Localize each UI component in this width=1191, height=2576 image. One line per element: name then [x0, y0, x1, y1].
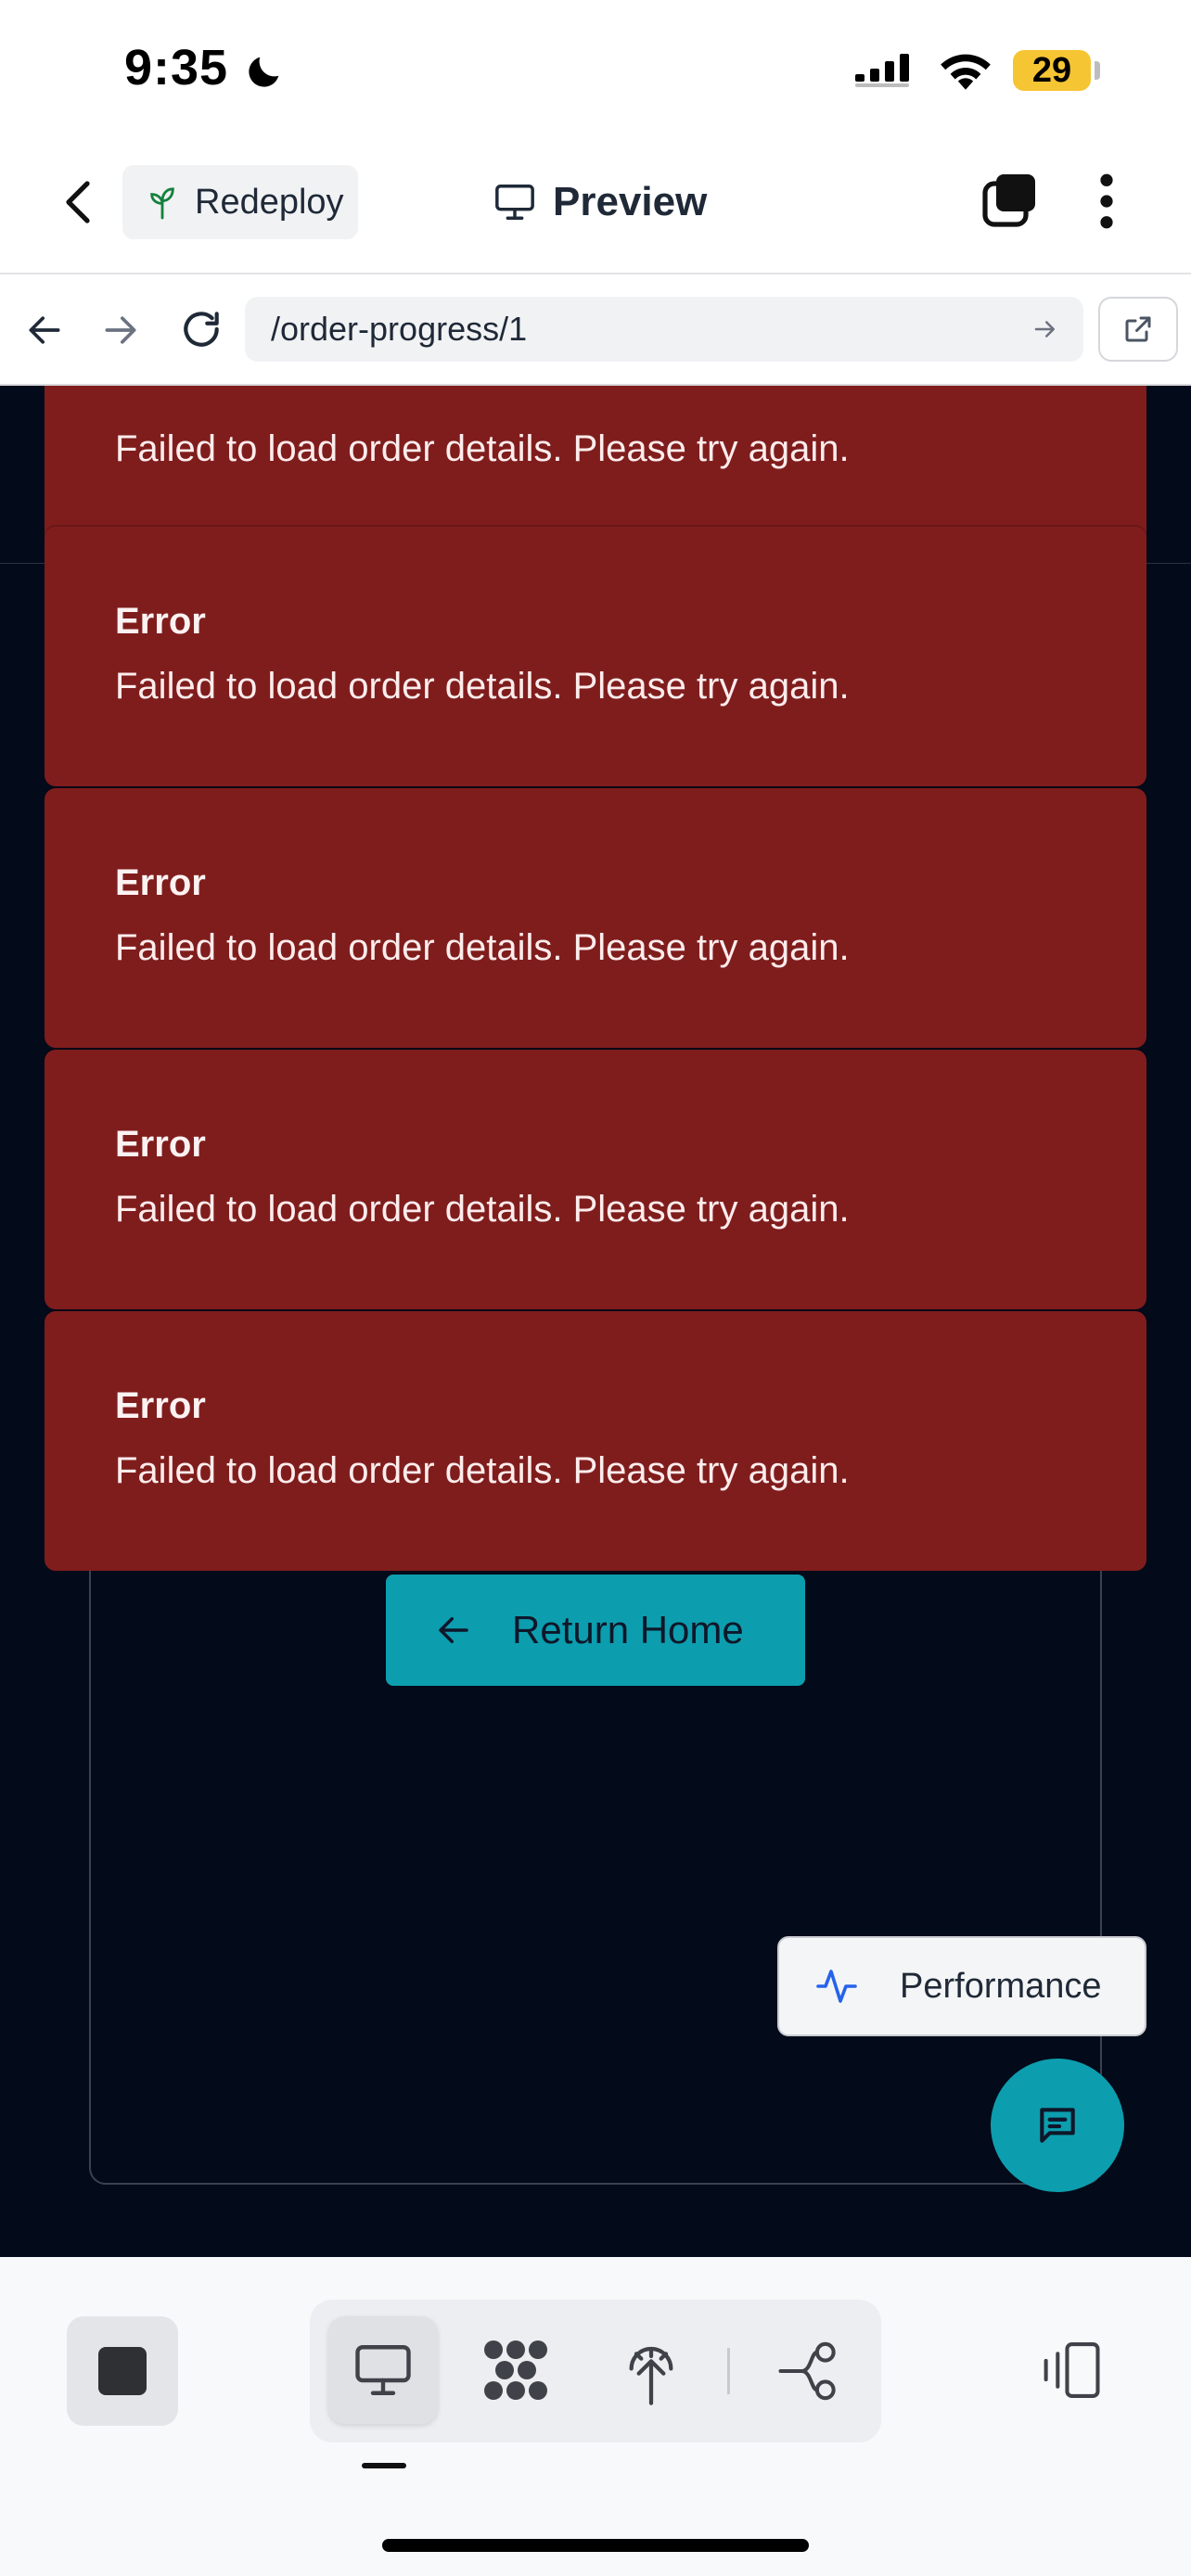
toast-message: Failed to load order details. Please try…	[115, 1450, 850, 1491]
stop-button[interactable]	[67, 2316, 178, 2426]
chat-button[interactable]	[991, 2059, 1124, 2192]
return-home-button[interactable]: Return Home	[386, 1575, 805, 1686]
message-square-icon	[1040, 2108, 1075, 2143]
signal-icon	[855, 54, 909, 87]
status-time: 9:35	[124, 40, 229, 96]
url-value: /order-progress/1	[271, 310, 528, 348]
battery-icon: 29	[1013, 50, 1091, 91]
performance-button[interactable]: Performance	[777, 1936, 1146, 2036]
arrow-left-icon	[439, 1617, 468, 1643]
back-chevron-icon[interactable]	[58, 176, 102, 228]
share-nodes-icon	[778, 2341, 836, 2401]
share-button[interactable]	[766, 2333, 852, 2409]
redeploy-button[interactable]: Redeploy	[122, 165, 358, 239]
dots-grid-icon	[484, 2340, 547, 2400]
device-rotate-icon	[1044, 2342, 1100, 2398]
go-arrow-icon[interactable]	[1031, 315, 1059, 343]
toast-title: Error	[115, 1385, 206, 1426]
preview-title: Preview	[493, 176, 707, 228]
error-toast[interactable]: Error Failed to load order details. Plea…	[45, 527, 1146, 786]
url-input[interactable]: /order-progress/1	[245, 297, 1083, 362]
toast-title: Error	[115, 862, 206, 903]
modules-button[interactable]	[471, 2333, 560, 2407]
external-link-icon	[1125, 316, 1151, 342]
toast-message: Failed to load order details. Please try…	[115, 1189, 850, 1230]
stop-icon	[98, 2347, 147, 2395]
active-tab-indicator	[362, 2463, 406, 2468]
open-external-button[interactable]	[1098, 297, 1178, 362]
error-toast[interactable]: Error Failed to load order details. Plea…	[45, 1311, 1146, 1571]
header-divider	[0, 273, 1191, 274]
deploy-button[interactable]	[608, 2329, 694, 2413]
preview-viewport: Return Home Failed to load order details…	[0, 386, 1191, 2257]
back-arrow-icon[interactable]	[24, 310, 65, 351]
monitor-icon	[355, 2345, 411, 2395]
error-toast[interactable]: Failed to load order details. Please try…	[45, 386, 1146, 549]
toast-title: Error	[115, 1124, 206, 1165]
more-vertical-icon[interactable]	[1093, 172, 1121, 230]
toolbar-separator	[727, 2348, 730, 2394]
tabs-icon[interactable]	[980, 171, 1039, 230]
battery-nub	[1095, 61, 1100, 80]
preview-mode-button[interactable]	[328, 2316, 438, 2424]
home-indicator	[382, 2539, 809, 2552]
preview-label: Preview	[553, 179, 708, 224]
toast-message: Failed to load order details. Please try…	[115, 666, 850, 707]
activity-icon	[816, 1970, 857, 2003]
deploy-icon	[629, 2346, 673, 2405]
moon-icon	[249, 57, 279, 87]
forward-arrow-icon[interactable]	[100, 310, 141, 351]
error-toast[interactable]: Error Failed to load order details. Plea…	[45, 788, 1146, 1048]
monitor-icon	[495, 185, 534, 220]
reload-icon[interactable]	[178, 306, 224, 352]
error-toast[interactable]: Error Failed to load order details. Plea…	[45, 1050, 1146, 1309]
redeploy-label: Redeploy	[195, 182, 344, 222]
return-home-label: Return Home	[512, 1608, 744, 1651]
toast-message: Failed to load order details. Please try…	[115, 927, 850, 968]
toast-title: Error	[115, 601, 206, 642]
wifi-icon	[941, 54, 991, 90]
sprout-icon	[150, 187, 174, 220]
toast-message: Failed to load order details. Please try…	[115, 428, 850, 469]
device-toggle-button[interactable]	[1030, 2331, 1109, 2409]
performance-label: Performance	[900, 1966, 1102, 2006]
